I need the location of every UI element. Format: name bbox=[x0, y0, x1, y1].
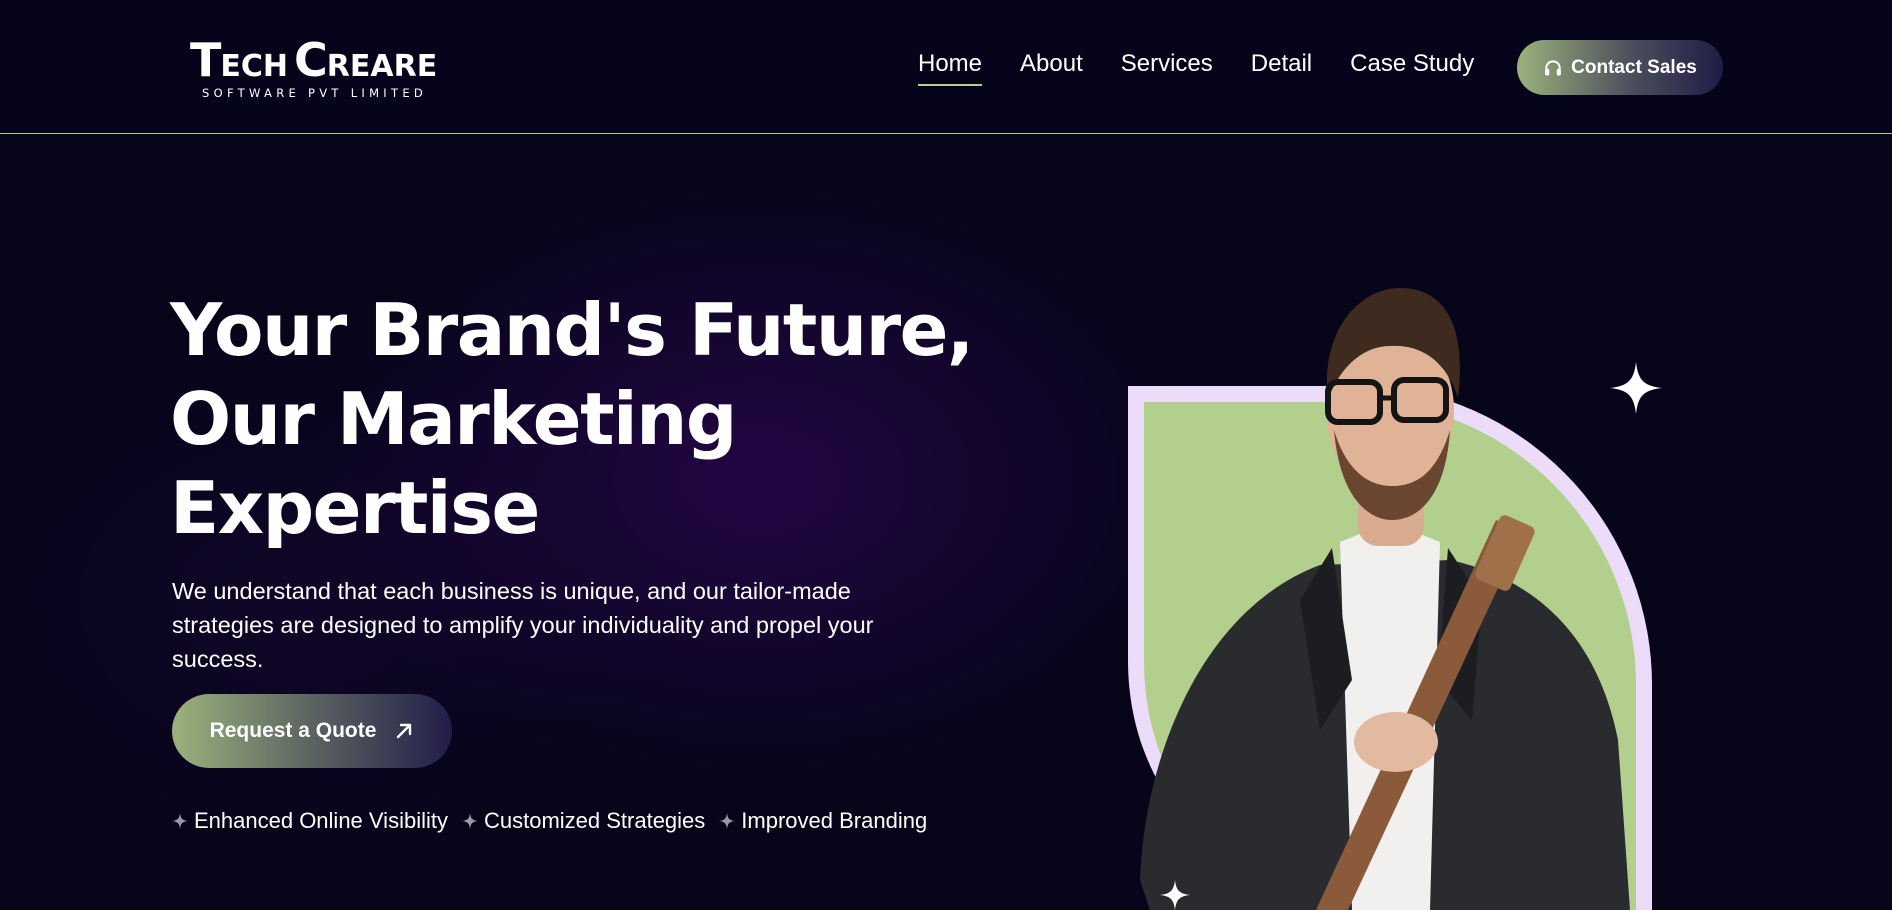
sparkle-icon bbox=[172, 813, 188, 829]
hero-title-line-3: Expertise bbox=[170, 466, 540, 550]
feature-label: Enhanced Online Visibility bbox=[194, 808, 448, 833]
logo-letter-t: T bbox=[190, 33, 221, 87]
headset-icon bbox=[1545, 59, 1562, 75]
nav-case-study[interactable]: Case Study bbox=[1350, 48, 1474, 84]
sparkle-icon bbox=[719, 813, 736, 829]
feature-item: Enhanced Online Visibility bbox=[172, 808, 448, 834]
contact-sales-label: Contact Sales bbox=[1571, 56, 1697, 78]
feature-list: Enhanced Online Visibility Customized St… bbox=[172, 805, 941, 837]
logo-letter-c: C bbox=[294, 33, 328, 87]
contact-sales-button[interactable]: Contact Sales bbox=[1517, 40, 1723, 95]
request-quote-label: Request a Quote bbox=[209, 719, 377, 742]
logo-tagline: SOFTWARE PVT LIMITED bbox=[202, 86, 428, 100]
feature-item: Customized Strategies bbox=[461, 808, 706, 834]
arrow-up-right-icon bbox=[397, 723, 412, 739]
sparkle-icon bbox=[1610, 362, 1662, 414]
nav-about[interactable]: About bbox=[1020, 48, 1083, 84]
sparkle-icon bbox=[461, 813, 478, 829]
nav-detail[interactable]: Detail bbox=[1251, 48, 1312, 84]
request-quote-button[interactable]: Request a Quote bbox=[172, 694, 452, 768]
nav-services[interactable]: Services bbox=[1121, 48, 1213, 84]
logo-word-ech: ECH bbox=[220, 49, 289, 84]
logo-word-reare: REARE bbox=[326, 49, 438, 84]
main-nav: Home About Services Detail Case Study bbox=[918, 48, 1512, 88]
nav-home[interactable]: Home bbox=[918, 48, 983, 86]
hero-image bbox=[1128, 288, 1653, 910]
hero-title-line-2: Our Marketing bbox=[170, 377, 737, 461]
hero-description: We understand that each business is uniq… bbox=[172, 578, 874, 672]
hero-title-line-1: Your Brand's Future, bbox=[170, 288, 974, 372]
feature-label: Improved Branding bbox=[741, 808, 928, 833]
feature-label: Customized Strategies bbox=[483, 808, 706, 833]
company-logo[interactable]: TECH CREARE SOFTWARE PVT LIMITED bbox=[188, 30, 438, 108]
site-header: TECH CREARE SOFTWARE PVT LIMITED Home Abo… bbox=[0, 0, 1892, 134]
feature-item: Improved Branding bbox=[719, 808, 927, 834]
landing-page: TECH CREARE SOFTWARE PVT LIMITED Home Abo… bbox=[0, 0, 1892, 910]
logo-wordmark: TECH CREARE bbox=[190, 34, 437, 93]
hero-title: Your Brand's Future, Our Marketing Exper… bbox=[170, 286, 974, 553]
sparkle-icon bbox=[1160, 880, 1190, 910]
